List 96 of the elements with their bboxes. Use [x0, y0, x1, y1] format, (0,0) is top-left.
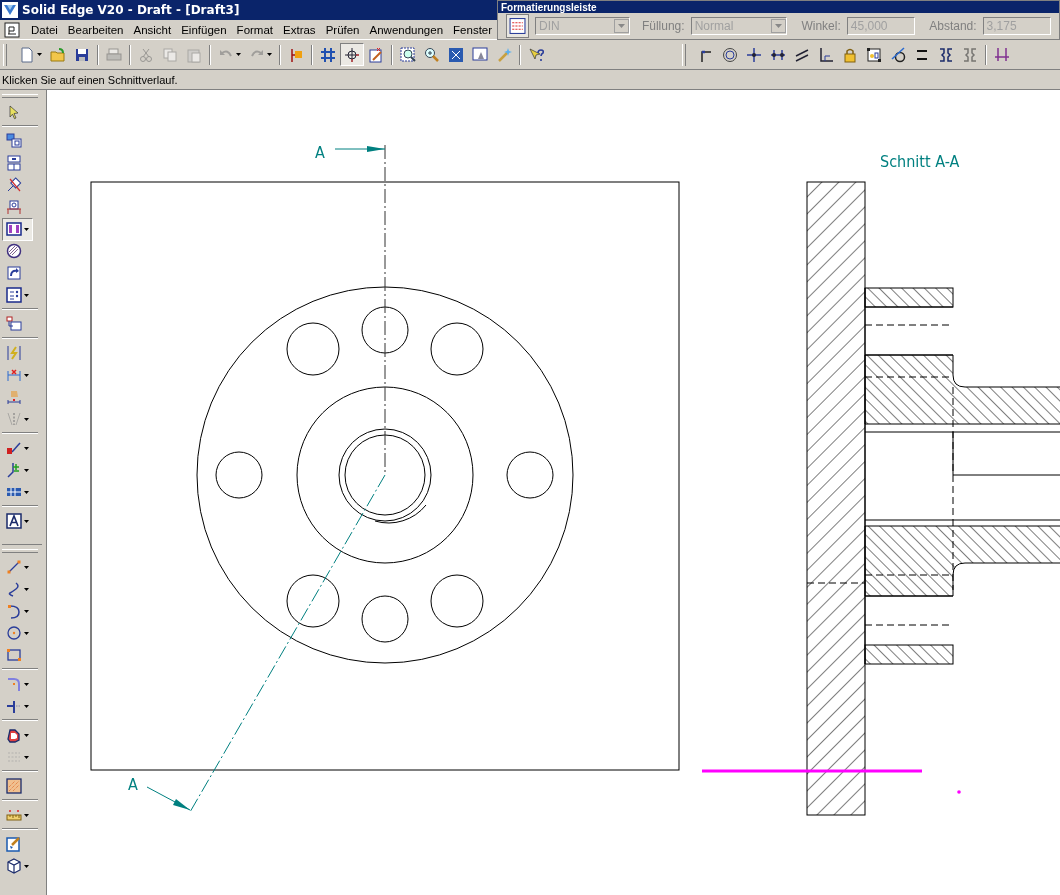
concentric-icon	[722, 46, 738, 63]
paint-icon	[6, 836, 22, 852]
menu-item[interactable]: Einfügen	[176, 23, 232, 36]
cube-icon	[6, 858, 22, 874]
window-title: Solid Edge V20 - Draft - [Draft3]	[22, 3, 240, 17]
style-icon[interactable]	[506, 14, 530, 38]
tangent-icon	[890, 46, 906, 63]
printer-icon	[106, 46, 122, 63]
leader-icon	[6, 440, 22, 456]
caret-icon[interactable]	[24, 227, 29, 231]
fit-view-icon	[448, 46, 464, 63]
dim-dashed-icon	[6, 411, 22, 427]
aux-view-icon	[6, 155, 22, 171]
scissors-icon	[138, 46, 154, 63]
fill-icon	[6, 727, 22, 743]
field-label: Füllung:	[641, 19, 685, 33]
cut-view-icon	[6, 199, 22, 215]
caret-icon[interactable]	[24, 373, 29, 377]
caret-icon[interactable]	[24, 631, 29, 635]
sketch-icon	[368, 46, 384, 63]
menu-item[interactable]: Anwendungen	[364, 23, 449, 36]
caret-icon[interactable]	[24, 490, 29, 494]
crosshair-icon	[344, 46, 360, 63]
section-icon	[6, 221, 22, 237]
section-label: A	[128, 775, 138, 794]
menu-item[interactable]: Prüfen	[320, 23, 365, 36]
rectangle-icon	[6, 647, 22, 663]
coord-icon	[6, 462, 22, 478]
lock-icon	[842, 46, 858, 63]
view-caption: Schnitt A-A	[880, 152, 960, 171]
parallel-icon	[794, 46, 810, 63]
menu-item[interactable]: Fenster	[448, 23, 498, 36]
perpendicular-icon	[818, 46, 834, 63]
menu-item[interactable]: Bearbeiten	[62, 23, 129, 36]
caret-icon[interactable]	[24, 609, 29, 613]
tool-button[interactable]	[2, 217, 33, 241]
fillet-icon	[6, 676, 22, 692]
rotate-icon	[6, 265, 22, 281]
trim-icon	[6, 698, 22, 714]
curve-icon	[6, 581, 22, 597]
arc-icon	[6, 603, 22, 619]
tool-button[interactable]	[340, 43, 364, 66]
text-icon	[6, 513, 22, 529]
properties-icon	[6, 287, 22, 303]
field-label: Winkel:	[801, 19, 841, 33]
caret-icon[interactable]	[24, 733, 29, 737]
caret-icon[interactable]	[24, 446, 29, 450]
caret-icon[interactable]	[24, 813, 29, 817]
save-icon	[74, 46, 90, 63]
caret-icon[interactable]	[24, 519, 29, 523]
new-document-icon	[19, 46, 35, 63]
copy-icon	[162, 46, 178, 63]
field-label: Abstand:	[929, 19, 977, 33]
document-icon[interactable]	[4, 21, 20, 38]
toolbar-title: Formatierungsleiste	[501, 1, 597, 13]
dims-icon	[866, 46, 882, 63]
wand-icon	[496, 46, 512, 63]
circle-icon	[6, 625, 22, 641]
section-label: A	[315, 143, 325, 162]
pan-icon	[472, 46, 488, 63]
caret-icon[interactable]	[24, 704, 29, 708]
caret-icon[interactable]	[24, 864, 29, 868]
symmetric-icon	[962, 46, 978, 63]
hatch-icon	[6, 778, 22, 794]
caret-icon	[775, 24, 783, 28]
line-icon	[6, 559, 22, 575]
folder-icon	[50, 46, 66, 63]
app-icon	[2, 2, 18, 18]
cross-icon	[746, 46, 762, 63]
caret-icon[interactable]	[37, 53, 42, 56]
help-pointer-icon	[528, 46, 544, 63]
caret-icon[interactable]	[24, 565, 29, 569]
menu-item[interactable]: Ansicht	[128, 23, 177, 36]
caret-icon	[617, 24, 625, 28]
ruler-icon	[6, 807, 22, 823]
menu-item[interactable]: Extras	[278, 23, 321, 36]
prompt-text: Klicken Sie auf einen Schnittverlauf.	[2, 73, 178, 86]
zoom-icon	[424, 46, 440, 63]
caret-icon[interactable]	[24, 468, 29, 472]
dim-x-icon	[6, 367, 22, 383]
symmetric-icon	[938, 46, 954, 63]
detail-view-icon	[6, 177, 22, 193]
dim-flash-icon	[6, 345, 22, 361]
caret-icon[interactable]	[24, 293, 29, 297]
grid-icon	[320, 46, 336, 63]
caret-icon[interactable]	[24, 682, 29, 686]
menu-item[interactable]: Format	[231, 23, 279, 36]
point-marker	[957, 790, 961, 794]
dim-vertical-icon	[994, 46, 1010, 63]
flag-icon	[288, 46, 304, 63]
caret-icon[interactable]	[24, 587, 29, 591]
menu-item[interactable]: Datei	[26, 23, 63, 36]
zoom-area-icon	[400, 46, 416, 63]
primary-view-icon	[6, 316, 22, 332]
principal-view-icon	[6, 133, 22, 149]
paste-icon	[186, 46, 202, 63]
